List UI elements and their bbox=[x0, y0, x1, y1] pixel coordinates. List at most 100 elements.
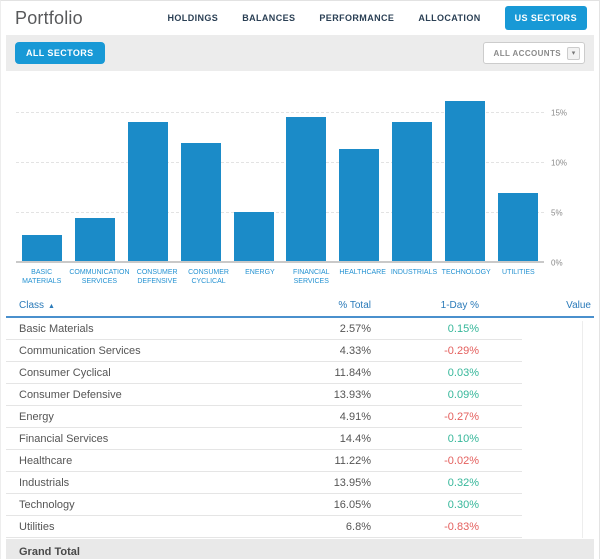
cell-total: 13.93% bbox=[261, 389, 371, 401]
cell-class: Healthcare bbox=[6, 455, 261, 467]
bars-container bbox=[16, 71, 544, 261]
cell-total: 4.33% bbox=[261, 345, 371, 357]
column-header-value[interactable]: Value bbox=[479, 300, 591, 311]
cell-total: 6.8% bbox=[261, 521, 371, 533]
y-axis-tick: 0% bbox=[551, 259, 563, 268]
x-axis-label: Industrials bbox=[388, 268, 439, 287]
x-axis-label: Energy bbox=[234, 268, 285, 287]
tab-holdings[interactable]: HOLDINGS bbox=[168, 13, 219, 23]
column-header-total[interactable]: % Total bbox=[261, 300, 371, 311]
x-axis-label: Consumer Defensive bbox=[132, 268, 183, 287]
nav-tabs: HOLDINGS BALANCES PERFORMANCE ALLOCATION… bbox=[168, 6, 588, 30]
bar-slot bbox=[333, 71, 386, 261]
cell-day-change: 0.30% bbox=[371, 499, 479, 511]
cell-day-change: 0.10% bbox=[371, 433, 479, 445]
cell-class: Financial Services bbox=[6, 433, 261, 445]
bar-slot bbox=[386, 71, 439, 261]
cell-day-change: 0.15% bbox=[371, 323, 479, 335]
table-row[interactable]: Industrials13.95%0.32% bbox=[6, 472, 594, 494]
x-axis-label: Healthcare bbox=[337, 268, 388, 287]
table-row[interactable]: Basic Materials2.57%0.15% bbox=[6, 318, 594, 340]
chart-x-axis-labels: Basic MaterialsCommunication ServicesCon… bbox=[16, 268, 544, 287]
column-header-class-label: Class bbox=[19, 300, 44, 311]
y-axis-tick: 5% bbox=[551, 209, 563, 218]
grand-total-row: Grand Total bbox=[6, 539, 594, 559]
bar-consumer-cyclical[interactable] bbox=[181, 143, 221, 261]
bar-slot bbox=[491, 71, 544, 261]
cell-class: Basic Materials bbox=[6, 323, 261, 335]
gridline-0: 0% bbox=[16, 261, 544, 263]
accounts-dropdown[interactable]: ALL ACCOUNTS ▾ bbox=[483, 42, 585, 64]
bar-slot bbox=[174, 71, 227, 261]
column-header-day[interactable]: 1-Day % bbox=[371, 300, 479, 311]
tab-balances[interactable]: BALANCES bbox=[242, 13, 295, 23]
cell-total: 4.91% bbox=[261, 411, 371, 423]
bar-utilities[interactable] bbox=[498, 193, 538, 261]
x-axis-label: Financial Services bbox=[286, 268, 337, 287]
bar-energy[interactable] bbox=[234, 212, 274, 261]
bar-consumer-defensive[interactable] bbox=[128, 122, 168, 261]
toolbar: ALL SECTORS ALL ACCOUNTS ▾ bbox=[6, 35, 594, 71]
bar-slot bbox=[122, 71, 175, 261]
accounts-dropdown-label: ALL ACCOUNTS bbox=[494, 49, 561, 58]
cell-class: Communication Services bbox=[6, 345, 261, 357]
bar-slot bbox=[280, 71, 333, 261]
cell-total: 11.84% bbox=[261, 367, 371, 379]
x-axis-label: Utilities bbox=[493, 268, 544, 287]
bar-technology[interactable] bbox=[445, 101, 485, 262]
table-row[interactable]: Consumer Defensive13.93%0.09% bbox=[6, 384, 594, 406]
bar-industrials[interactable] bbox=[392, 122, 432, 262]
cell-day-change: 0.03% bbox=[371, 367, 479, 379]
tab-us-sectors[interactable]: US SECTORS bbox=[505, 6, 587, 30]
cell-class: Industrials bbox=[6, 477, 261, 489]
table-row[interactable]: Utilities6.8%-0.83% bbox=[6, 516, 594, 538]
cell-class: Utilities bbox=[6, 521, 261, 533]
bar-slot bbox=[69, 71, 122, 261]
table-row[interactable]: Communication Services4.33%-0.29% bbox=[6, 340, 594, 362]
table-row[interactable]: Healthcare11.22%-0.02% bbox=[6, 450, 594, 472]
cell-day-change: -0.27% bbox=[371, 411, 479, 423]
cell-day-change: 0.32% bbox=[371, 477, 479, 489]
cell-day-change: -0.83% bbox=[371, 521, 479, 533]
bar-slot bbox=[16, 71, 69, 261]
y-axis-tick: 15% bbox=[551, 109, 567, 118]
cell-total: 13.95% bbox=[261, 477, 371, 489]
sector-bar-chart: 0%5%10%15% Basic MaterialsCommunication … bbox=[6, 71, 594, 297]
cell-class: Energy bbox=[6, 411, 261, 423]
cell-day-change: -0.02% bbox=[371, 455, 479, 467]
cell-day-change: -0.29% bbox=[371, 345, 479, 357]
chevron-down-icon[interactable]: ▾ bbox=[567, 47, 580, 60]
bar-basic-materials[interactable] bbox=[22, 235, 62, 261]
sort-asc-icon: ▲ bbox=[48, 303, 55, 310]
tab-performance[interactable]: PERFORMANCE bbox=[319, 13, 394, 23]
table-header-row: Class ▲ % Total 1-Day % Value bbox=[6, 297, 594, 318]
table-row[interactable]: Consumer Cyclical11.84%0.03% bbox=[6, 362, 594, 384]
table-body: Basic Materials2.57%0.15%Communication S… bbox=[6, 318, 594, 538]
bar-slot bbox=[227, 71, 280, 261]
chart-plot: 0%5%10%15% bbox=[16, 71, 544, 263]
cell-class: Consumer Cyclical bbox=[6, 367, 261, 379]
bar-healthcare[interactable] bbox=[339, 149, 379, 261]
table-right-divider bbox=[582, 321, 583, 538]
table-row[interactable]: Energy4.91%-0.27% bbox=[6, 406, 594, 428]
bar-financial-services[interactable] bbox=[286, 117, 326, 261]
all-sectors-button[interactable]: ALL SECTORS bbox=[15, 42, 105, 64]
page-header: Portfolio HOLDINGS BALANCES PERFORMANCE … bbox=[1, 1, 599, 35]
table-row[interactable]: Financial Services14.4%0.10% bbox=[6, 428, 594, 450]
grand-total-label: Grand Total bbox=[6, 546, 261, 558]
tab-allocation[interactable]: ALLOCATION bbox=[418, 13, 480, 23]
bar-slot bbox=[438, 71, 491, 261]
x-axis-label: Technology bbox=[440, 268, 493, 287]
page-title: Portfolio bbox=[15, 8, 83, 29]
bar-communication-services[interactable] bbox=[75, 218, 115, 261]
cell-class: Consumer Defensive bbox=[6, 389, 261, 401]
y-axis-tick: 10% bbox=[551, 159, 567, 168]
cell-total: 2.57% bbox=[261, 323, 371, 335]
portfolio-page: Portfolio HOLDINGS BALANCES PERFORMANCE … bbox=[0, 0, 600, 559]
cell-total: 14.4% bbox=[261, 433, 371, 445]
cell-total: 16.05% bbox=[261, 499, 371, 511]
x-axis-label: Basic Materials bbox=[16, 268, 67, 287]
table-row[interactable]: Technology16.05%0.30% bbox=[6, 494, 594, 516]
x-axis-label: Consumer Cyclical bbox=[183, 268, 234, 287]
column-header-class[interactable]: Class ▲ bbox=[6, 300, 261, 311]
